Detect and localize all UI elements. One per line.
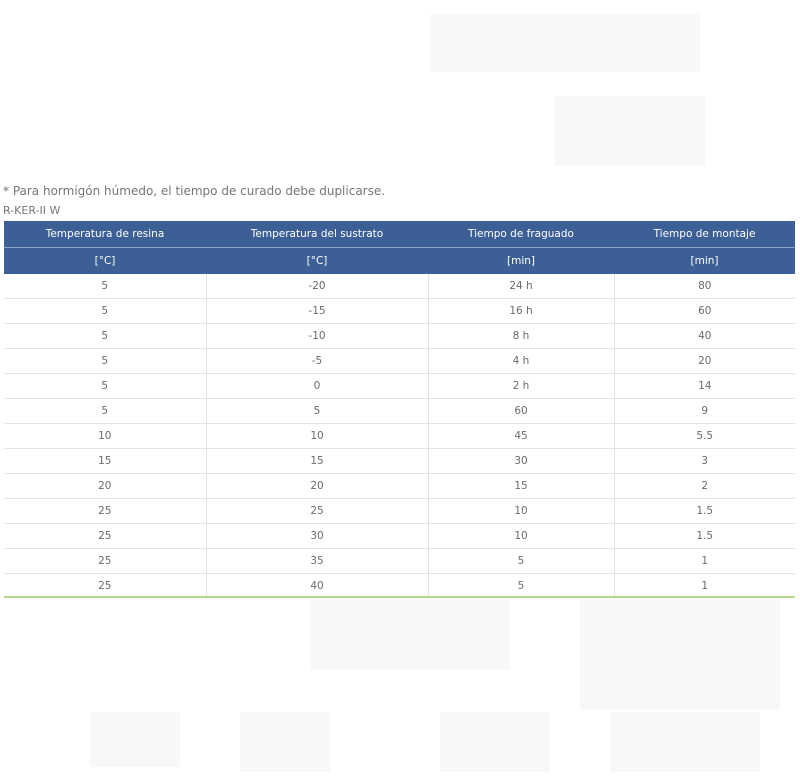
table-cell: 3 xyxy=(613,448,795,474)
table-cell: 5 xyxy=(4,398,206,424)
table-row: 25 35 5 1 xyxy=(4,548,795,574)
table-cell: 30 xyxy=(205,523,428,549)
table-cell: 10 xyxy=(427,498,614,524)
table-cell: 1 xyxy=(613,548,795,574)
table-row: 5 0 2 h 14 xyxy=(4,373,795,399)
table-cell: 1 xyxy=(613,573,795,598)
table-cell: 10 xyxy=(205,423,428,449)
background-faded-block xyxy=(580,600,780,710)
table-cell: 35 xyxy=(205,548,428,574)
table-cell: 5 xyxy=(4,323,206,349)
table-cell: 80 xyxy=(613,274,795,299)
background-faded-block xyxy=(240,712,330,772)
table-cell: 5.5 xyxy=(613,423,795,449)
table-cell: -15 xyxy=(205,298,428,324)
header-setting-time: Tiempo de fraguado xyxy=(428,221,614,248)
table-row: 5 -20 24 h 80 xyxy=(4,274,795,299)
table-bottom-divider xyxy=(4,596,795,598)
table-cell: 1.5 xyxy=(613,498,795,524)
table-cell: 25 xyxy=(4,548,206,574)
table-body: 5 -20 24 h 80 5 -15 16 h 60 5 -10 8 h 40… xyxy=(4,274,795,598)
table-cell: 5 xyxy=(427,573,614,598)
table-row: 5 -15 16 h 60 xyxy=(4,298,795,324)
table-cell: -10 xyxy=(205,323,428,349)
table-cell: 40 xyxy=(205,573,428,598)
table-cell: 8 h xyxy=(427,323,614,349)
table-cell: 60 xyxy=(427,398,614,424)
unit-assembly-time: [min] xyxy=(614,247,795,274)
background-faded-block xyxy=(440,712,550,772)
table-row: 15 15 30 3 xyxy=(4,448,795,474)
table-row: 5 5 60 9 xyxy=(4,398,795,424)
background-faded-block xyxy=(430,14,700,72)
table-cell: 5 xyxy=(427,548,614,574)
table-cell: 2 xyxy=(613,473,795,499)
table-cell: 25 xyxy=(4,523,206,549)
table-cell: 9 xyxy=(613,398,795,424)
table-cell: 1.5 xyxy=(613,523,795,549)
table-cell: 10 xyxy=(427,523,614,549)
table-cell: 5 xyxy=(4,274,206,299)
table-cell: 15 xyxy=(205,448,428,474)
table-cell: 2 h xyxy=(427,373,614,399)
table-cell: 25 xyxy=(205,498,428,524)
table-cell: 14 xyxy=(613,373,795,399)
curing-time-table: Temperatura de resina Temperatura del su… xyxy=(4,221,795,598)
table-cell: 60 xyxy=(613,298,795,324)
table-cell: 5 xyxy=(205,398,428,424)
table-cell: 25 xyxy=(4,498,206,524)
table-row: 5 -5 4 h 20 xyxy=(4,348,795,374)
table-cell: 45 xyxy=(427,423,614,449)
table-row: 10 10 45 5.5 xyxy=(4,423,795,449)
header-resin-temperature: Temperatura de resina xyxy=(4,221,206,248)
table-units-row: [°C] [°C] [min] [min] xyxy=(4,247,795,274)
table-cell: -5 xyxy=(205,348,428,374)
table-cell: -20 xyxy=(205,274,428,299)
table-cell: 15 xyxy=(4,448,206,474)
table-cell: 40 xyxy=(613,323,795,349)
table-cell: 16 h xyxy=(427,298,614,324)
table-cell: 4 h xyxy=(427,348,614,374)
table-cell: 15 xyxy=(427,473,614,499)
table-cell: 20 xyxy=(613,348,795,374)
page: * Para hormigón húmedo, el tiempo de cur… xyxy=(0,0,800,781)
table-cell: 5 xyxy=(4,298,206,324)
unit-substrate-temperature: [°C] xyxy=(206,247,428,274)
table-row: 5 -10 8 h 40 xyxy=(4,323,795,349)
table-row: 20 20 15 2 xyxy=(4,473,795,499)
unit-setting-time: [min] xyxy=(428,247,614,274)
product-name: R-KER-II W xyxy=(3,204,61,217)
table-header-row: Temperatura de resina Temperatura del su… xyxy=(4,221,795,248)
header-substrate-temperature: Temperatura del sustrato xyxy=(206,221,428,248)
table-cell: 5 xyxy=(4,373,206,399)
table-row: 25 40 5 1 xyxy=(4,573,795,598)
table-cell: 20 xyxy=(205,473,428,499)
table-cell: 20 xyxy=(4,473,206,499)
table-row: 25 30 10 1.5 xyxy=(4,523,795,549)
background-faded-block xyxy=(310,600,510,670)
table-cell: 24 h xyxy=(427,274,614,299)
table-row: 25 25 10 1.5 xyxy=(4,498,795,524)
header-assembly-time: Tiempo de montaje xyxy=(614,221,795,248)
table-cell: 5 xyxy=(4,348,206,374)
table-cell: 10 xyxy=(4,423,206,449)
background-faded-block xyxy=(610,712,760,772)
unit-resin-temperature: [°C] xyxy=(4,247,206,274)
table-cell: 30 xyxy=(427,448,614,474)
table-cell: 0 xyxy=(205,373,428,399)
background-faded-block xyxy=(555,96,705,166)
background-faded-block xyxy=(90,712,180,767)
table-cell: 25 xyxy=(98,580,112,592)
curing-note: * Para hormigón húmedo, el tiempo de cur… xyxy=(3,184,386,198)
